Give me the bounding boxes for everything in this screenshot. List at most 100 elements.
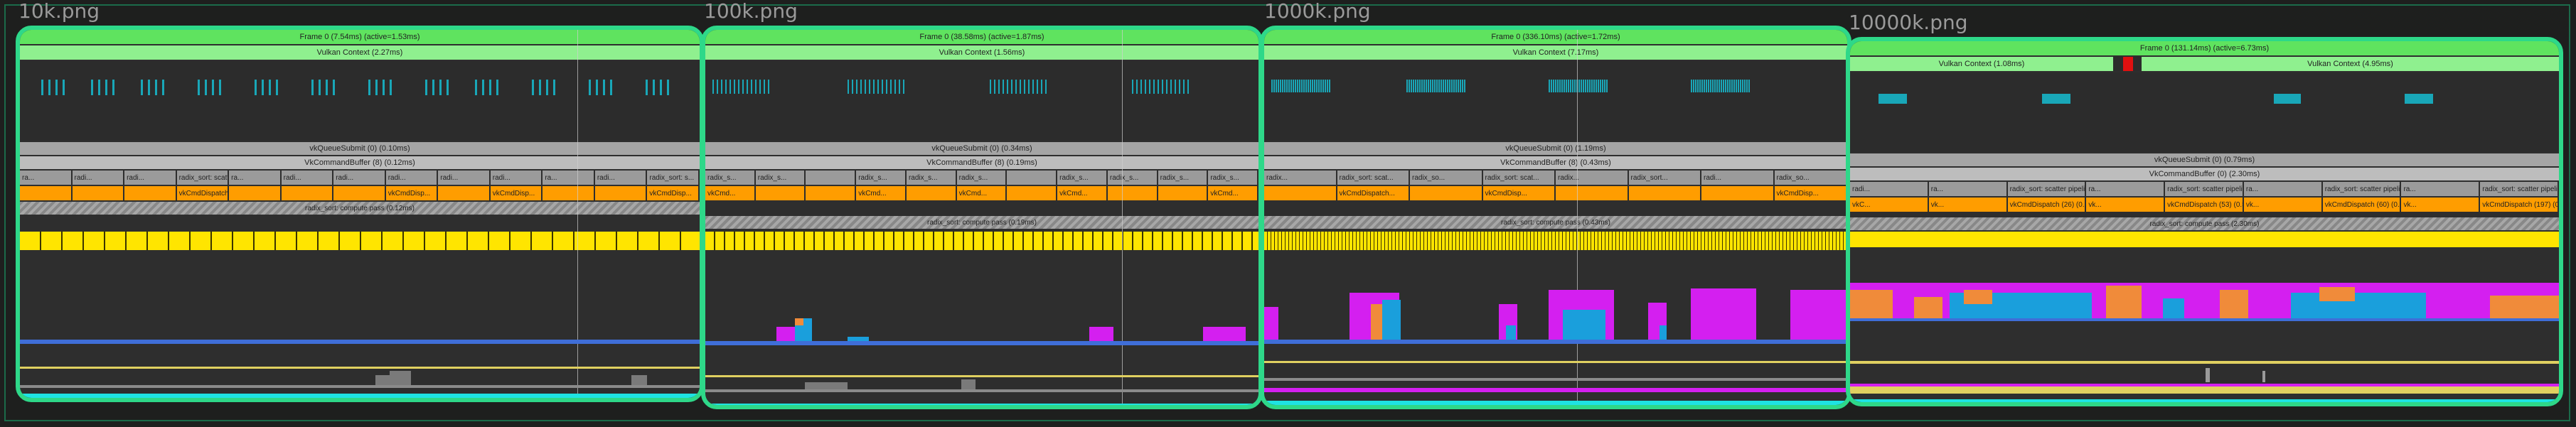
frame-bar[interactable]: Frame 0 (7.54ms) (active=1.53ms) <box>20 30 700 44</box>
gpu-zone-mark[interactable] <box>1032 80 1034 94</box>
gpu-zone-mark[interactable] <box>475 80 477 95</box>
gpu-zone-mark[interactable] <box>319 80 321 95</box>
gpu-zone-mark[interactable] <box>1578 80 1580 92</box>
gpu-zone-mark[interactable] <box>1037 80 1038 94</box>
gpu-zone-mark[interactable] <box>1322 80 1324 92</box>
pipeline-slice[interactable]: radix_sort: s... <box>647 171 700 185</box>
gpu-zone-mark[interactable] <box>877 80 879 94</box>
pipeline-slice[interactable]: ra... <box>229 171 282 185</box>
gpu-zone-mark[interactable] <box>848 80 849 94</box>
pipeline-slice[interactable]: radi... <box>124 171 177 185</box>
gpu-zone-mark[interactable] <box>1462 80 1463 92</box>
gpu-zone-mark[interactable] <box>1704 80 1705 92</box>
gpu-zone-mark[interactable] <box>1701 80 1703 92</box>
dispatch-slice[interactable]: vkCmdDisp... <box>1482 186 1556 200</box>
gpu-zone-mark[interactable] <box>482 80 484 95</box>
dispatch-slice[interactable] <box>1158 186 1209 200</box>
gpu-zone-mark[interactable] <box>1149 80 1150 94</box>
gpu-zone-mark[interactable] <box>1299 80 1300 92</box>
gpu-zone-mark[interactable] <box>721 80 722 94</box>
gpu-zone-mark[interactable] <box>1308 80 1309 92</box>
gpu-zone-mark[interactable] <box>1140 80 1142 94</box>
gpu-zone-mark[interactable] <box>63 80 65 95</box>
pipeline-slice[interactable]: radix_s... <box>1107 171 1158 185</box>
gpu-zone-mark[interactable] <box>994 80 995 94</box>
gpu-zone-mark[interactable] <box>1744 80 1746 92</box>
frame-bar[interactable]: Frame 0 (131.14ms) (active=6.73ms) <box>1850 41 2559 55</box>
dispatch-slice[interactable] <box>543 186 595 200</box>
gpu-zone-mark[interactable] <box>1041 80 1042 94</box>
pipeline-slice[interactable]: ra... <box>20 171 73 185</box>
dispatch-slice[interactable] <box>1556 186 1629 200</box>
dispatch-slice[interactable]: vkCmdDispatch (6)... <box>176 186 230 200</box>
dispatch-slice[interactable] <box>1007 186 1058 200</box>
gpu-zone-mark[interactable] <box>1602 80 1603 92</box>
pipeline-slice[interactable]: ra... <box>543 171 595 185</box>
gpu-zone-mark[interactable] <box>1162 80 1163 94</box>
pipeline-slice[interactable]: radi... <box>438 171 491 185</box>
gpu-zone-mark[interactable] <box>1449 80 1450 92</box>
dispatch-slice[interactable] <box>1701 186 1775 200</box>
gpu-zone-mark[interactable] <box>1284 80 1286 92</box>
gpu-zone-mark[interactable] <box>311 80 314 95</box>
gpu-zone-mark[interactable] <box>1316 80 1318 92</box>
gpu-zone-mark[interactable] <box>496 80 498 95</box>
gpu-zone-mark[interactable] <box>546 80 548 95</box>
gpu-zone-mark[interactable] <box>589 80 591 95</box>
dispatch-slice[interactable] <box>1107 186 1158 200</box>
gpu-zone-mark[interactable] <box>1327 80 1328 92</box>
dispatch-slice[interactable]: vkCmdDisp... <box>490 186 543 200</box>
pipeline-slice[interactable]: radi... <box>490 171 543 185</box>
dispatch-slice[interactable]: vk... <box>2401 198 2481 212</box>
dispatch-slice[interactable]: vkCmdDispatch (26) (0.38ms) <box>2007 198 2087 212</box>
gpu-zone-mark[interactable] <box>1585 80 1586 92</box>
pipeline-slice[interactable]: radix_sort: scatter ... <box>176 171 230 185</box>
gpu-zone-mark[interactable] <box>865 80 866 94</box>
command-buffer-bar[interactable]: VkCommandBuffer (8) (0.19ms) <box>705 156 1258 169</box>
gpu-zone-mark[interactable] <box>383 80 385 95</box>
gpu-zone-mark[interactable] <box>1600 80 1601 92</box>
gpu-zone-mark[interactable] <box>1572 80 1573 92</box>
dispatch-slice[interactable]: vkCmdDisp... <box>1774 186 1847 200</box>
gpu-zone-mark[interactable] <box>1447 80 1448 92</box>
dispatch-slice[interactable]: vk... <box>2243 198 2323 212</box>
gpu-zone-mark[interactable] <box>990 80 991 94</box>
vulkan-context-bar-right[interactable]: Vulkan Context (4.95ms) <box>2142 57 2559 71</box>
pipeline-slice[interactable]: ra... <box>2243 182 2323 196</box>
gpu-zone-mark[interactable] <box>1301 80 1303 92</box>
pipeline-slice[interactable]: radix_sort: scat... <box>1337 171 1410 185</box>
dispatch-slice[interactable]: vk... <box>1928 198 2008 212</box>
gpu-zone-mark[interactable] <box>1406 80 1408 92</box>
frame-bar[interactable]: Frame 0 (336.10ms) (active=1.72ms) <box>1264 30 1847 44</box>
gpu-zone-mark[interactable] <box>1710 80 1711 92</box>
gpu-zone-mark[interactable] <box>667 80 669 95</box>
gpu-zone-mark[interactable] <box>1727 80 1728 92</box>
pipeline-slice[interactable]: radi... <box>1850 182 1929 196</box>
dispatch-slice[interactable]: vkCmdDispatch (197) (0.5... <box>2480 198 2559 212</box>
dispatch-slice[interactable]: vkCmdDispatch (53) (0.57ms) <box>2165 198 2244 212</box>
gpu-zone-mark[interactable] <box>1460 80 1461 92</box>
pipeline-slice[interactable]: radix_sort: scatter pipeline | VkPipelin… <box>2165 182 2244 196</box>
gpu-zone-mark[interactable] <box>1455 80 1457 92</box>
gpu-zone-mark[interactable] <box>1295 80 1296 92</box>
pipeline-slice[interactable]: radix_s... <box>1208 171 1258 185</box>
gpu-zone-mark[interactable] <box>1297 80 1298 92</box>
gpu-zone-mark[interactable] <box>1011 80 1012 94</box>
gpu-zone-mark[interactable] <box>375 80 378 95</box>
pipeline-slice[interactable]: radix_sort: scat... <box>1482 171 1556 185</box>
gpu-zone-mark[interactable] <box>1290 80 1292 92</box>
dispatch-slice[interactable]: vkCmdDisp... <box>385 186 439 200</box>
dispatch-slice[interactable] <box>20 186 73 200</box>
gpu-zone-mark[interactable] <box>262 80 264 95</box>
gpu-zone-mark[interactable] <box>1426 80 1427 92</box>
gpu-zone-mark[interactable] <box>1314 80 1315 92</box>
gpu-zone-mark[interactable] <box>1583 80 1584 92</box>
pipeline-slice[interactable]: radi... <box>594 171 648 185</box>
gpu-zone-mark[interactable] <box>1736 80 1737 92</box>
gpu-zone-mark[interactable] <box>646 80 648 95</box>
gpu-zone-mark[interactable] <box>1045 80 1047 94</box>
gpu-zone-mark[interactable] <box>1593 80 1595 92</box>
gpu-zone-mark[interactable] <box>439 80 442 95</box>
command-buffer-bar[interactable]: VkCommandBuffer (8) (0.43ms) <box>1264 156 1847 169</box>
gpu-zone-mark[interactable] <box>1288 80 1290 92</box>
